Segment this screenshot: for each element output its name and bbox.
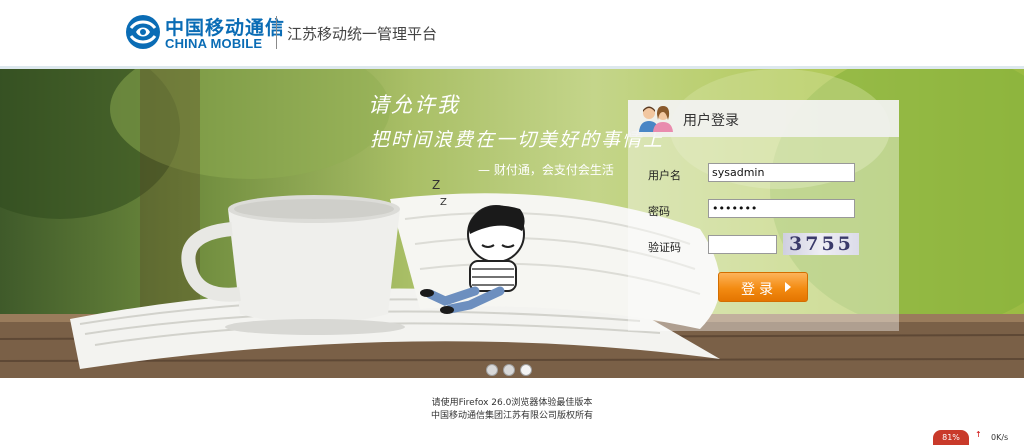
browser-hint: 请使用Firefox 26.0浏览器体验最佳版本 bbox=[431, 398, 593, 408]
network-monitor-widget[interactable]: 81% ↑ 0K/s bbox=[933, 430, 1024, 445]
banner-slogan-line3: — 财付通，会支付会生活 bbox=[478, 163, 614, 177]
logo-english-text: CHINA MOBILE bbox=[165, 36, 263, 51]
svg-text:Z: Z bbox=[432, 178, 440, 192]
captcha-label: 验证码 bbox=[648, 241, 681, 254]
login-button[interactable]: 登录 bbox=[718, 272, 808, 302]
header-divider bbox=[276, 16, 277, 49]
carousel-pager bbox=[486, 361, 537, 378]
username-label: 用户名 bbox=[648, 169, 681, 182]
network-speed: 0K/s bbox=[991, 433, 1009, 442]
login-title: 用户登录 bbox=[683, 113, 739, 129]
captcha-image[interactable]: 3755 bbox=[783, 233, 859, 255]
carousel-dot-1[interactable] bbox=[486, 364, 498, 376]
svg-text:Z: Z bbox=[440, 197, 447, 208]
banner-slogan-line1: 请允许我 bbox=[368, 93, 460, 117]
login-button-label: 登录 bbox=[741, 282, 777, 298]
users-icon bbox=[639, 106, 673, 132]
china-mobile-logo-icon bbox=[126, 15, 160, 49]
carousel-dot-2[interactable] bbox=[503, 364, 515, 376]
upload-arrow-icon: ↑ bbox=[975, 430, 982, 439]
arrow-right-icon bbox=[785, 282, 791, 292]
carousel-dot-3[interactable] bbox=[520, 364, 532, 376]
usage-badge: 81% bbox=[933, 430, 969, 445]
username-input[interactable] bbox=[708, 163, 855, 182]
banner-carousel: Z Z 请允许我 把时间浪费在一切美好的事情上 — 财付通，会支付会生活 用户登… bbox=[0, 69, 1024, 378]
platform-title: 江苏移动统一管理平台 bbox=[287, 25, 438, 43]
copyright: 中国移动通信集团江苏有限公司版权所有 bbox=[430, 411, 593, 421]
password-input[interactable] bbox=[708, 199, 855, 218]
password-label: 密码 bbox=[648, 205, 670, 218]
login-panel: 用户登录 用户名 密码 验证码 3755 登录 bbox=[628, 100, 899, 331]
banner-slogan-line2: 把时间浪费在一切美好的事情上 bbox=[370, 129, 665, 151]
login-panel-header: 用户登录 bbox=[628, 100, 899, 137]
site-header: 中国移动通信 CHINA MOBILE 江苏移动统一管理平台 bbox=[0, 0, 1024, 69]
captcha-input[interactable] bbox=[708, 235, 777, 254]
